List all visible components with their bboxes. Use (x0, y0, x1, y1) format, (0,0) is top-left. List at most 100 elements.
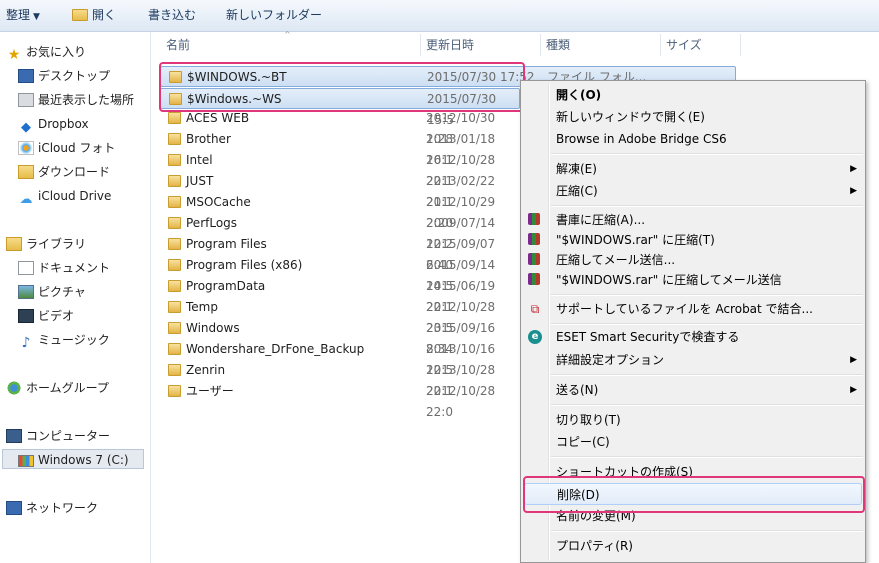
folder-icon (168, 112, 181, 124)
submenu-arrow-icon: ▶ (850, 164, 857, 174)
column-divider[interactable] (540, 34, 541, 56)
column-divider[interactable] (740, 34, 741, 56)
submenu-arrow-icon: ▶ (850, 355, 857, 365)
menu-item-advanced-options[interactable]: 詳細設定オプション ▶ (521, 349, 865, 371)
icloud-photo-icon (18, 141, 34, 155)
folder-icon (168, 196, 181, 208)
menu-label: 解凍(E) (556, 162, 597, 176)
nav-computer[interactable]: コンピューター (6, 426, 110, 446)
menu-item-compress[interactable]: 圧縮(C) ▶ (521, 180, 865, 202)
file-name: ユーザー (186, 384, 234, 398)
file-row[interactable]: JUST 2013/02/22 21:1 (160, 171, 520, 209)
menu-item-copy[interactable]: コピー(C) (521, 431, 865, 453)
navigation-pane: ★ お気に入り デスクトップ 最近表示した場所 ◆ Dropbox iCloud フ… (0, 32, 151, 563)
nav-label: ネットワーク (26, 501, 99, 515)
eset-icon: e (528, 330, 542, 344)
menu-separator (551, 294, 863, 296)
nav-recent[interactable]: 最近表示した場所 (18, 90, 134, 110)
file-row[interactable]: Intel 2012/10/28 22:1 (160, 150, 520, 188)
menu-label: サポートしているファイルを Acrobat で結合... (556, 302, 813, 316)
folder-icon (168, 364, 181, 376)
menu-label: 切り取り(T) (556, 413, 621, 427)
folder-icon (168, 217, 181, 229)
file-row[interactable]: Program Files (x86) 2015/09/14 14:5 (160, 255, 520, 293)
nav-music[interactable]: ♪ ミュージック (18, 330, 110, 351)
video-icon (18, 309, 34, 323)
menu-separator (551, 530, 863, 532)
nav-homegroup[interactable]: ホームグループ (6, 378, 109, 398)
nav-desktop[interactable]: デスクトップ (18, 66, 110, 86)
nav-label: iCloud フォト (38, 141, 116, 155)
menu-label: 圧縮(C) (556, 184, 598, 198)
column-label: サイズ (666, 38, 702, 52)
file-row[interactable]: Temp 2012/10/28 23:5 (160, 297, 520, 335)
nav-pictures[interactable]: ピクチャ (18, 282, 86, 302)
menu-label: 開く(O) (556, 88, 602, 102)
nav-network[interactable]: ネットワーク (6, 498, 98, 518)
column-header-type[interactable]: 種類 (546, 32, 570, 58)
column-divider[interactable] (420, 34, 421, 56)
menu-item-extract[interactable]: 解凍(E) ▶ (521, 158, 865, 180)
column-header-date[interactable]: 更新日時 (426, 32, 474, 58)
menu-label: 送る(N) (556, 383, 599, 397)
new-folder-button[interactable]: 新しいフォルダー (226, 0, 322, 31)
open-button[interactable]: 開く (72, 0, 116, 31)
nav-label: ピクチャ (38, 285, 86, 299)
menu-item-browse-bridge[interactable]: Browse in Adobe Bridge CS6 (521, 128, 865, 150)
file-name: JUST (186, 174, 214, 188)
nav-icloud-photo[interactable]: iCloud フォト (18, 138, 115, 158)
menu-separator (551, 404, 863, 406)
file-row[interactable]: Brother 2013/01/18 16:1 (160, 129, 520, 167)
organize-button[interactable]: 整理 ▼ (6, 0, 40, 31)
file-name: Windows (186, 321, 240, 335)
folder-icon (168, 322, 181, 334)
file-name: Wondershare_DrFone_Backup (186, 342, 365, 356)
folder-icon (168, 343, 181, 355)
nav-libraries[interactable]: ライブラリ (6, 234, 86, 254)
column-label: 更新日時 (426, 38, 475, 52)
picture-icon (18, 285, 34, 299)
nav-downloads[interactable]: ダウンロード (18, 162, 110, 182)
menu-item-compress-email[interactable]: 圧縮してメール送信... (521, 249, 865, 271)
file-date: 2012/10/28 22:0 (426, 384, 496, 419)
file-name: Program Files (186, 237, 267, 251)
menu-item-open-new-window[interactable]: 新しいウィンドウで開く(E) (521, 106, 865, 128)
menu-item-acrobat-combine[interactable]: ⧉ サポートしているファイルを Acrobat で結合... (521, 298, 865, 320)
menu-item-cut[interactable]: 切り取り(T) (521, 409, 865, 431)
menu-separator (551, 374, 863, 376)
file-row[interactable]: ProgramData 2015/06/19 22:1 (160, 276, 520, 314)
menu-label: ESET Smart Securityで検査する (556, 330, 740, 344)
menu-item-open[interactable]: 開く(O) (521, 84, 865, 106)
column-header-size[interactable]: サイズ (666, 32, 702, 58)
file-row[interactable]: Zenrin 2013/10/28 22:1 (160, 360, 520, 398)
column-header-name[interactable]: 名前 (166, 32, 190, 58)
burn-button[interactable]: 書き込む (148, 0, 196, 31)
column-divider[interactable] (660, 34, 661, 56)
menu-label: 書庫に圧縮(A)... (556, 213, 646, 227)
menu-item-properties[interactable]: プロパティ(R) (521, 535, 865, 557)
file-row[interactable]: Wondershare_DrFone_Backup 2013/10/16 12:… (160, 339, 520, 377)
sort-ascending-icon: ^ (284, 30, 291, 39)
menu-item-compress-rar[interactable]: "$WINDOWS.rar" に圧縮(T) (521, 229, 865, 251)
menu-separator (551, 153, 863, 155)
menu-item-send-to[interactable]: 送る(N) ▶ (521, 379, 865, 401)
menu-item-compress-rar-email[interactable]: "$WINDOWS.rar" に圧縮してメール送信 (521, 269, 865, 291)
file-row[interactable]: MSOCache 2012/10/29 2:20 (160, 192, 520, 230)
file-row[interactable]: Windows 2015/09/16 8:34 (160, 318, 520, 356)
file-row[interactable]: PerfLogs 2009/07/14 12:2 (160, 213, 520, 251)
nav-documents[interactable]: ドキュメント (18, 258, 110, 278)
file-row[interactable]: Program Files 2015/09/07 6:40 (160, 234, 520, 272)
nav-dropbox[interactable]: ◆ Dropbox (18, 114, 89, 135)
nav-videos[interactable]: ビデオ (18, 306, 74, 326)
file-name: MSOCache (186, 195, 251, 209)
nav-icloud-drive[interactable]: ☁ iCloud Drive (18, 186, 112, 207)
menu-item-add-archive[interactable]: 書庫に圧縮(A)... (521, 209, 865, 231)
nav-favorites[interactable]: ★ お気に入り (6, 42, 86, 63)
file-name: Brother (186, 132, 231, 146)
menu-label: プロパティ(R) (556, 539, 633, 553)
column-label: 名前 (166, 38, 191, 52)
file-row[interactable]: ユーザー 2012/10/28 22:0 (160, 381, 520, 419)
menu-item-eset-scan[interactable]: e ESET Smart Securityで検査する (521, 326, 865, 348)
document-icon (18, 261, 34, 275)
nav-drive-c[interactable]: Windows 7 (C:) (2, 449, 144, 469)
